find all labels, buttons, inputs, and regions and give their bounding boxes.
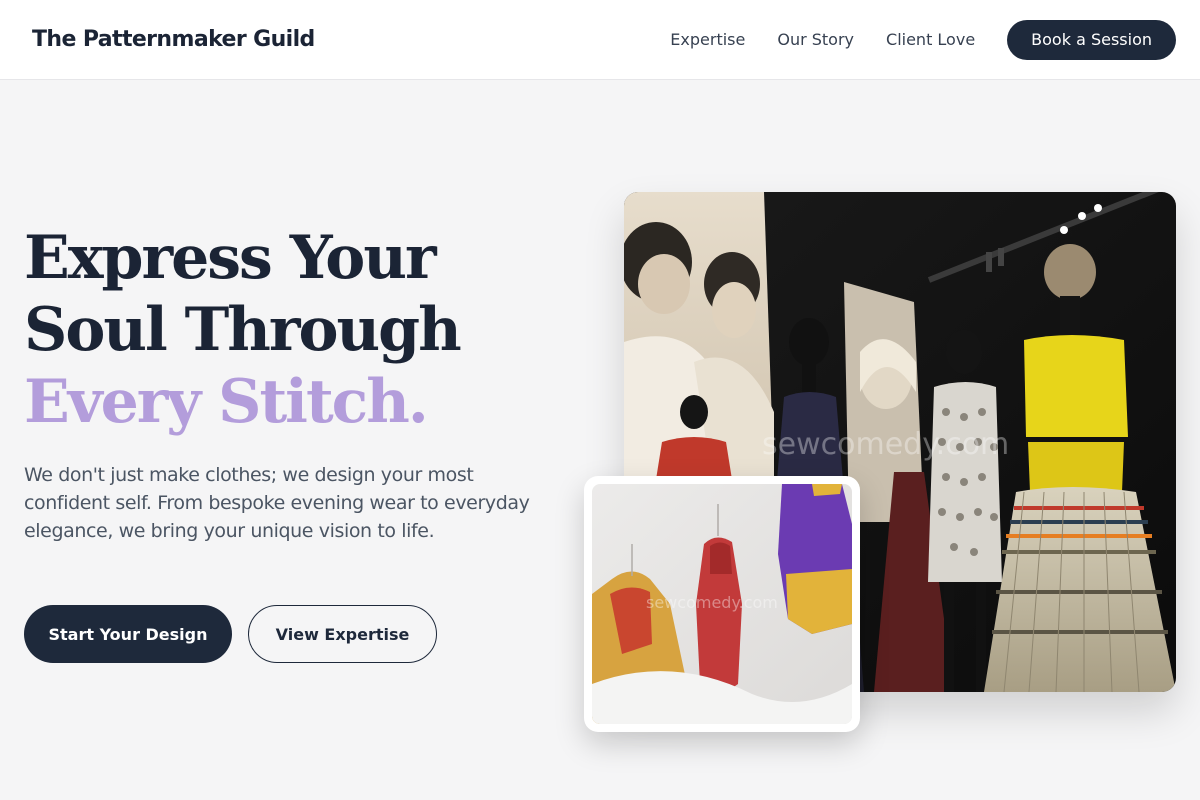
start-your-design-button[interactable]: Start Your Design [24,605,232,663]
book-session-button[interactable]: Book a Session [1007,19,1176,60]
brand-logo[interactable]: The Patternmaker Guild [32,27,315,52]
view-expertise-button[interactable]: View Expertise [248,605,437,663]
main-photo-watermark: sewcomedy.com [762,427,1009,462]
nav-link-client-love[interactable]: Client Love [886,30,975,49]
hero-title-accent-line: Every Stitch. [24,367,429,437]
inset-photo-card: sewcomedy.com [584,476,860,732]
nav-link-expertise[interactable]: Expertise [670,30,745,49]
nav-menu: Expertise Our Story Client Love Book a S… [670,19,1176,60]
top-navbar: The Patternmaker Guild Expertise Our Sto… [0,0,1200,80]
hero-description: We don't just make clothes; we design yo… [24,464,530,542]
hero-title: Express Your Soul Through Every Stitch. [24,222,584,438]
nav-link-our-story[interactable]: Our Story [777,30,854,49]
hanging-jackets-photo: sewcomedy.com [592,484,852,724]
inset-photo-watermark: sewcomedy.com [646,593,778,612]
hero-title-line-2: Soul Through [24,295,462,365]
hero-title-line-1: Express Your [24,223,437,293]
